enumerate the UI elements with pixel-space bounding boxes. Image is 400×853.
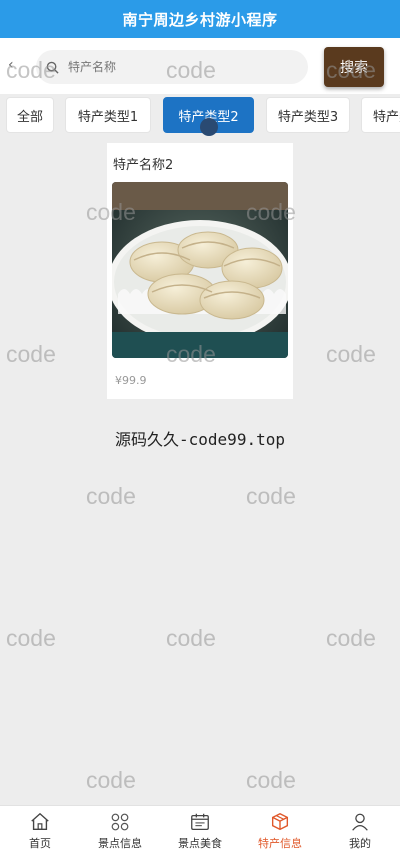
tab-type-4[interactable]: 特产类型4 <box>361 97 400 133</box>
touch-cursor-indicator <box>200 118 218 136</box>
nav-profile[interactable]: 我的 <box>320 806 400 853</box>
search-box[interactable] <box>36 50 308 84</box>
product-price: ¥99.9 <box>115 374 147 387</box>
user-icon <box>352 813 368 831</box>
watermark-text: code <box>166 625 216 651</box>
nav-home[interactable]: 首页 <box>0 806 80 853</box>
product-card[interactable]: 特产名称2 ¥99.9 <box>107 143 293 399</box>
product-image[interactable] <box>112 182 288 358</box>
watermark-text: code <box>6 625 56 651</box>
watermark-text: code <box>86 767 136 793</box>
nav-food-label: 景点美食 <box>178 837 222 850</box>
search-icon <box>46 60 60 74</box>
box-icon <box>271 812 289 831</box>
tab-all[interactable]: 全部 <box>6 97 54 133</box>
nav-home-label: 首页 <box>29 837 51 850</box>
search-bar: ‹ 搜索 <box>0 38 400 94</box>
page-title: 南宁周边乡村游小程序 <box>122 10 278 29</box>
search-input[interactable] <box>66 59 290 75</box>
header-bar: 南宁周边乡村游小程序 <box>0 0 400 38</box>
product-name: 特产名称2 <box>113 158 174 173</box>
home-icon <box>31 812 49 831</box>
watermark-text: code <box>246 767 296 793</box>
chevron-left-icon[interactable]: ‹ <box>8 57 24 73</box>
nav-specialty[interactable]: 特产信息 <box>240 806 320 853</box>
category-tabs: 全部 特产类型1 特产类型2 特产类型3 特产类型4 <box>0 94 400 138</box>
watermark-text: code <box>246 483 296 509</box>
site-footer-text: 源码久久-code99.top <box>115 430 285 449</box>
search-button[interactable]: 搜索 <box>324 47 384 87</box>
watermark-text: code <box>326 341 376 367</box>
watermark-text: code <box>6 341 56 367</box>
nav-specialty-label: 特产信息 <box>258 837 302 850</box>
watermark-text: code <box>86 483 136 509</box>
nav-attractions[interactable]: 景点信息 <box>80 806 160 853</box>
watermark-text: code <box>326 625 376 651</box>
nav-food[interactable]: 景点美食 <box>160 806 240 853</box>
calendar-icon <box>191 813 209 830</box>
nav-attractions-label: 景点信息 <box>98 837 142 850</box>
grid-icon <box>111 813 129 831</box>
nav-profile-label: 我的 <box>349 837 371 850</box>
bottom-nav: 首页 景点信息 景点美食 特产信息 我的 <box>0 805 400 853</box>
tab-type-3[interactable]: 特产类型3 <box>266 97 350 133</box>
tab-type-1[interactable]: 特产类型1 <box>65 97 151 133</box>
